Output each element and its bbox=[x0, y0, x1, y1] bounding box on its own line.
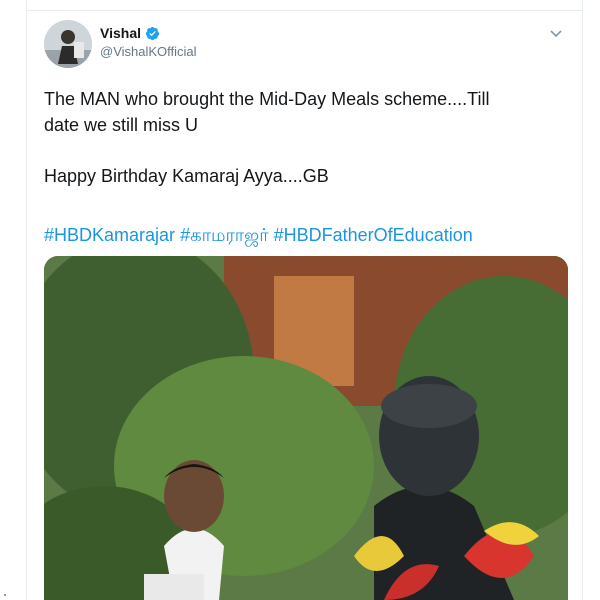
avatar[interactable] bbox=[44, 20, 92, 68]
chevron-down-icon[interactable] bbox=[549, 26, 563, 38]
author-block: Vishal @VishalKOfficial bbox=[100, 25, 197, 59]
handle[interactable]: @VishalKOfficial bbox=[100, 44, 197, 59]
left-border bbox=[26, 0, 27, 600]
display-name[interactable]: Vishal bbox=[100, 25, 141, 41]
edge-dot bbox=[4, 594, 6, 596]
verified-badge-icon bbox=[145, 26, 160, 41]
top-border bbox=[26, 10, 582, 11]
hashtag-link[interactable]: #HBDKamarajar bbox=[44, 225, 175, 245]
right-border bbox=[582, 0, 583, 600]
tweet-text-line: Happy Birthday Kamaraj Ayya....GB bbox=[44, 166, 329, 186]
tweet-text-line: date we still miss U bbox=[44, 115, 199, 135]
tweet-text: The MAN who brought the Mid-Day Meals sc… bbox=[44, 86, 569, 189]
tweet-text-line: The MAN who brought the Mid-Day Meals sc… bbox=[44, 89, 490, 109]
hashtag-link[interactable]: #HBDFatherOfEducation bbox=[274, 225, 473, 245]
tweet-photo[interactable] bbox=[44, 256, 568, 600]
hashtags: #HBDKamarajar #காமராஜர் #HBDFatherOfEduc… bbox=[44, 222, 473, 248]
hashtag-link[interactable]: #காமராஜர் bbox=[180, 225, 269, 245]
